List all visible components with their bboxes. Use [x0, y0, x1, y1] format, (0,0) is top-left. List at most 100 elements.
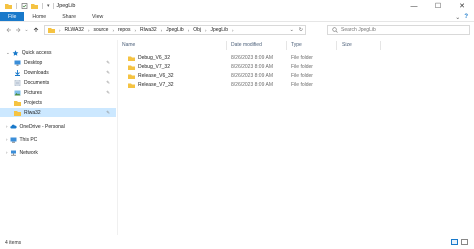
sidebar-item-this-pc[interactable]: › This PC: [0, 135, 116, 144]
pin-icon[interactable]: ✎: [106, 60, 110, 66]
customize-quick-access-icon[interactable]: ▾: [47, 3, 50, 9]
minimize-button[interactable]: —: [402, 0, 426, 12]
breadcrumb-item[interactable]: RLWA32: [65, 27, 84, 33]
sidebar-item-projects[interactable]: Projects: [0, 98, 116, 107]
navigation-bar: ⌄ › RLWA32 › source › repos › Rlwa32 › J…: [0, 23, 474, 37]
pin-icon[interactable]: ✎: [106, 110, 110, 116]
sidebar-item-desktop[interactable]: Desktop ✎: [0, 58, 116, 67]
breadcrumb-separator[interactable]: ›: [188, 28, 190, 33]
pin-icon[interactable]: ✎: [106, 80, 110, 86]
toolbar-divider: [16, 3, 17, 9]
breadcrumb-item[interactable]: JpegLib: [166, 27, 184, 33]
maximize-button[interactable]: ☐: [426, 0, 450, 12]
large-icons-view-icon[interactable]: [461, 239, 468, 245]
item-count: 4 items: [5, 240, 22, 246]
ribbon-right-controls: ⌄ ?: [455, 13, 468, 21]
star-icon: [12, 49, 19, 56]
tab-home[interactable]: Home: [24, 12, 54, 21]
back-arrow-icon: [6, 27, 11, 33]
tab-share[interactable]: Share: [54, 12, 84, 21]
column-divider[interactable]: [226, 41, 227, 50]
details-view-icon[interactable]: [451, 239, 458, 245]
table-row[interactable]: Release_V7_32 8/26/2023 8:09 AM File fol…: [118, 80, 474, 89]
column-header-size[interactable]: Size: [342, 42, 352, 48]
column-header-date[interactable]: Date modified: [231, 42, 262, 48]
breadcrumb-separator[interactable]: ›: [161, 28, 163, 33]
file-name: Debug_V6_32: [138, 55, 170, 61]
onedrive-icon: [9, 124, 17, 128]
pin-icon[interactable]: ✎: [106, 90, 110, 96]
sidebar-item-rlwa32[interactable]: Rlwa32 ✎: [0, 108, 116, 117]
tab-file[interactable]: File: [0, 12, 25, 21]
up-button[interactable]: [31, 24, 40, 36]
expand-chevron-icon[interactable]: ›: [6, 124, 8, 129]
address-history-dropdown-icon[interactable]: ⌄: [290, 27, 294, 33]
folder-icon: [48, 28, 55, 33]
table-row[interactable]: Release_V6_32 8/26/2023 8:09 AM File fol…: [118, 71, 474, 80]
properties-icon[interactable]: [21, 3, 28, 9]
sidebar-item-quick-access[interactable]: ⌄ Quick access: [0, 48, 116, 57]
folder-icon: [128, 65, 135, 70]
forward-button[interactable]: [13, 24, 22, 36]
sidebar-item-label: OneDrive - Personal: [19, 123, 65, 130]
sidebar-item-label: Projects: [24, 99, 43, 106]
window-controls: — ☐ ✕: [402, 0, 474, 12]
column-divider[interactable]: [336, 41, 337, 50]
help-icon[interactable]: ?: [464, 14, 468, 20]
pin-icon[interactable]: ✎: [106, 70, 110, 76]
expand-chevron-icon[interactable]: ›: [6, 137, 8, 142]
sidebar-item-network[interactable]: › Network: [0, 148, 116, 157]
forward-arrow-icon: [15, 27, 20, 33]
tab-view[interactable]: View: [84, 12, 111, 21]
documents-icon: [14, 79, 21, 86]
sidebar-item-label: Downloads: [24, 69, 49, 76]
sidebar-item-label: Pictures: [24, 89, 43, 96]
breadcrumb-item[interactable]: Obj: [193, 27, 201, 33]
sidebar-item-downloads[interactable]: Downloads ✎: [0, 68, 116, 77]
pictures-icon: [14, 90, 21, 95]
breadcrumb-item[interactable]: source: [93, 27, 108, 33]
refresh-icon[interactable]: ↻: [299, 27, 303, 33]
column-header-name[interactable]: Name: [122, 42, 135, 48]
breadcrumb-item[interactable]: Rlwa32: [140, 27, 157, 33]
column-divider[interactable]: [380, 41, 381, 50]
address-bar-controls: ⌄ ↻: [290, 26, 303, 34]
expand-ribbon-icon[interactable]: ⌄: [455, 14, 460, 21]
address-bar[interactable]: › RLWA32 › source › repos › Rlwa32 › Jpe…: [44, 25, 306, 35]
sidebar-item-onedrive[interactable]: › OneDrive - Personal: [0, 122, 116, 131]
back-button[interactable]: [4, 24, 13, 36]
file-name: Debug_V7_32: [138, 64, 170, 70]
breadcrumb-separator[interactable]: ›: [232, 28, 234, 33]
close-button[interactable]: ✕: [450, 0, 474, 12]
table-row[interactable]: Debug_V6_32 8/26/2023 8:09 AM File folde…: [118, 53, 474, 62]
sidebar-item-documents[interactable]: Documents ✎: [0, 78, 116, 87]
quick-access-toolbar: ▾: [0, 3, 50, 9]
breadcrumb-separator[interactable]: ›: [112, 28, 114, 33]
column-divider[interactable]: [286, 41, 287, 50]
breadcrumb-item[interactable]: JpegLib: [210, 27, 228, 33]
sidebar-item-pictures[interactable]: Pictures ✎: [0, 88, 116, 97]
breadcrumb-item[interactable]: repos: [118, 27, 131, 33]
breadcrumb-separator[interactable]: ›: [205, 28, 207, 33]
toolbar-divider: [42, 3, 43, 9]
search-box[interactable]: Search JpegLib: [327, 25, 470, 35]
file-name: Release_V7_32: [138, 82, 174, 88]
view-switcher: [451, 239, 468, 245]
expand-chevron-icon[interactable]: ⌄: [6, 50, 10, 56]
file-name-cell: Release_V7_32: [128, 82, 174, 88]
table-row[interactable]: Debug_V7_32 8/26/2023 8:09 AM File folde…: [118, 62, 474, 71]
folder-icon: [128, 83, 135, 88]
title-divider: [52, 3, 54, 9]
file-name: Release_V6_32: [138, 73, 174, 79]
sidebar-item-label: Rlwa32: [24, 109, 41, 116]
up-arrow-icon: [33, 27, 38, 32]
breadcrumb-separator[interactable]: ›: [134, 28, 136, 33]
recent-locations-button[interactable]: ⌄: [22, 24, 31, 36]
expand-chevron-icon[interactable]: ›: [6, 150, 8, 155]
column-header-type[interactable]: Type: [291, 42, 302, 48]
breadcrumb-separator[interactable]: ›: [88, 28, 90, 33]
new-folder-icon[interactable]: [31, 3, 38, 9]
folder-icon: [128, 74, 135, 79]
network-icon: [10, 150, 16, 155]
folder-icon: [5, 4, 12, 9]
